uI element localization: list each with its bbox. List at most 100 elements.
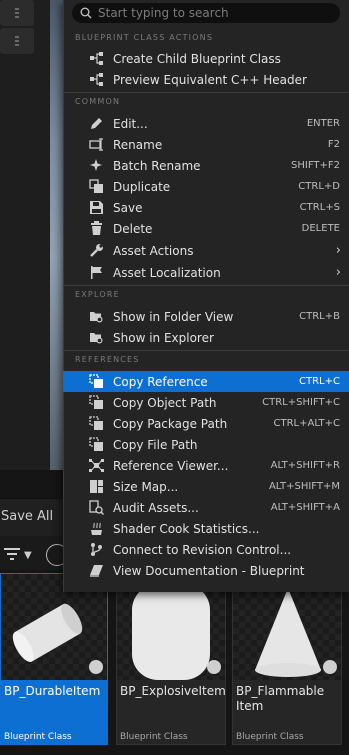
rename-icon: [89, 138, 103, 151]
asset-name: BP_DurableItem: [4, 684, 101, 698]
menu-item-batch-rename[interactable]: Batch Rename SHIFT+F2: [63, 155, 349, 176]
menu-item-show-in-explorer[interactable]: Show in Explorer: [63, 327, 349, 348]
menu-item-copy-object-path[interactable]: Copy Object Path CTRL+SHIFT+C: [63, 392, 349, 413]
menu-item-copy-reference[interactable]: Copy Reference CTRL+C: [63, 371, 349, 392]
shortcut-label: ALT+SHIFT+M: [268, 481, 340, 492]
asset-tile-explosive[interactable]: BP_ExplosiveItem Blueprint Class: [116, 573, 226, 745]
asset-tile-durable[interactable]: BP_DurableItem Blueprint Class: [0, 573, 108, 745]
menu-item-label: Duplicate: [113, 180, 171, 194]
menu-item-copy-package-path[interactable]: Copy Package Path CTRL+ALT+C: [63, 413, 349, 434]
shortcut-label: F2: [327, 139, 340, 150]
copy-reference-icon: [89, 374, 103, 388]
menu-item-copy-file-path[interactable]: Copy File Path: [63, 434, 349, 455]
menu-item-label: Rename: [113, 138, 163, 152]
shortcut-label: ENTER: [306, 118, 340, 129]
drag-handle-icon[interactable]: [15, 36, 19, 46]
menu-item-label: Show in Folder View: [113, 310, 234, 324]
shortcut-label: CTRL+B: [299, 311, 340, 322]
audit-assets-icon: [89, 500, 104, 515]
menu-item-label: Connect to Revision Control...: [113, 543, 292, 557]
section-title-explore: EXPLORE: [75, 290, 120, 299]
asset-name: BP_ExplosiveItem: [120, 684, 226, 698]
preview-sphere-icon: [89, 660, 103, 674]
section-title-blueprint-class-actions: BLUEPRINT CLASS ACTIONS: [75, 33, 214, 42]
menu-item-rename[interactable]: Rename F2: [63, 134, 349, 155]
revision-control-icon: [91, 543, 102, 556]
asset-type: Blueprint Class: [4, 732, 72, 742]
chevron-down-icon[interactable]: ▼: [24, 550, 32, 561]
drag-handle-icon[interactable]: [15, 8, 19, 18]
trash-icon: [91, 221, 102, 235]
outliner-panel: [0, 0, 50, 470]
menu-item-label: Shader Cook Statistics...: [113, 522, 260, 536]
shortcut-label: ALT+SHIFT+R: [270, 460, 340, 471]
cpp-header-icon: [90, 73, 103, 86]
documentation-icon: [90, 565, 103, 577]
menu-divider: [63, 285, 349, 286]
outliner-row[interactable]: [0, 28, 34, 54]
menu-item-shader-cook-statistics[interactable]: Shader Cook Statistics...: [63, 518, 349, 539]
chevron-right-icon: ›: [335, 243, 341, 258]
save-all-button[interactable]: Save All: [1, 509, 53, 524]
asset-type: Blueprint Class: [236, 732, 304, 742]
asset-tile-flammable[interactable]: BP_Flammable Item Blueprint Class: [232, 573, 342, 745]
menu-item-size-map[interactable]: Size Map... ALT+SHIFT+M: [63, 476, 349, 497]
shortcut-label: ALT+SHIFT+A: [270, 502, 340, 513]
menu-item-edit[interactable]: Edit... ENTER: [63, 113, 349, 134]
menu-item-label: Batch Rename: [113, 159, 201, 173]
copy-file-path-icon: [89, 437, 103, 451]
menu-item-duplicate[interactable]: Duplicate CTRL+D: [63, 176, 349, 197]
menu-item-save[interactable]: Save CTRL+S: [63, 197, 349, 218]
save-icon: [90, 201, 103, 214]
edit-pencil-icon: [91, 118, 102, 129]
copy-object-path-icon: [89, 395, 103, 409]
menu-item-connect-revision-control[interactable]: Connect to Revision Control...: [63, 539, 349, 560]
menu-item-preview-cpp-header[interactable]: Preview Equivalent C++ Header: [63, 69, 349, 90]
outliner-row[interactable]: [0, 0, 34, 26]
asset-name: BP_Flammable Item: [236, 684, 325, 713]
menu-search-input[interactable]: Start typing to search: [72, 3, 340, 23]
section-title-common: COMMON: [75, 97, 121, 106]
menu-item-label: Size Map...: [113, 480, 179, 494]
menu-item-label: Show in Explorer: [113, 331, 214, 345]
shortcut-label: CTRL+ALT+C: [273, 418, 341, 429]
filter-icon[interactable]: [4, 547, 22, 561]
menu-item-create-child-blueprint[interactable]: Create Child Blueprint Class: [63, 48, 349, 69]
wrench-icon: [90, 244, 103, 257]
search-icon: [80, 7, 92, 19]
menu-item-audit-assets[interactable]: Audit Assets... ALT+SHIFT+A: [63, 497, 349, 518]
menu-item-label: View Documentation - Blueprint: [113, 564, 305, 578]
menu-item-asset-localization[interactable]: Asset Localization ›: [63, 262, 349, 283]
level-viewport[interactable]: [50, 0, 64, 470]
section-title-references: REFERENCES: [75, 355, 140, 364]
asset-type: Blueprint Class: [120, 732, 188, 742]
menu-item-show-in-folder-view[interactable]: Show in Folder View CTRL+B: [63, 306, 349, 327]
shortcut-label: CTRL+C: [299, 376, 340, 387]
menu-item-label: Copy File Path: [113, 438, 198, 452]
size-map-icon: [90, 480, 103, 493]
menu-item-label: Reference Viewer...: [113, 459, 229, 473]
shortcut-label: CTRL+D: [298, 181, 340, 192]
menu-item-delete[interactable]: Delete DELETE: [63, 218, 349, 239]
batch-rename-icon: [90, 159, 102, 171]
folder-search-icon: [90, 312, 103, 323]
menu-item-label: Preview Equivalent C++ Header: [113, 73, 307, 87]
menu-item-label: Delete: [113, 222, 153, 236]
menu-item-label: Create Child Blueprint Class: [113, 52, 281, 66]
menu-item-reference-viewer[interactable]: Reference Viewer... ALT+SHIFT+R: [63, 455, 349, 476]
menu-item-label: Edit...: [113, 117, 148, 131]
menu-item-label: Asset Actions: [113, 244, 194, 258]
child-blueprint-icon: [90, 52, 103, 65]
shortcut-label: DELETE: [301, 223, 340, 234]
menu-item-label: Save: [113, 201, 143, 215]
shortcut-label: SHIFT+F2: [291, 160, 340, 171]
menu-item-view-documentation[interactable]: View Documentation - Blueprint: [63, 560, 349, 581]
copy-package-path-icon: [89, 416, 103, 430]
explorer-search-icon: [90, 333, 103, 344]
shader-cook-icon: [91, 522, 102, 535]
menu-divider: [63, 92, 349, 93]
menu-item-label: Copy Package Path: [113, 417, 228, 431]
menu-item-asset-actions[interactable]: Asset Actions ›: [63, 240, 349, 261]
menu-item-label: Audit Assets...: [113, 501, 199, 515]
menu-item-label: Copy Object Path: [113, 396, 217, 410]
